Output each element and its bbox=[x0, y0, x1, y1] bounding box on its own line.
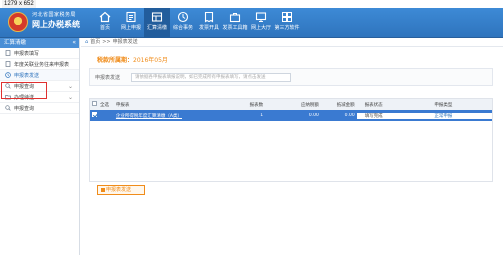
nav-label: 网上申报 bbox=[120, 25, 141, 31]
column-header: 申报表 bbox=[115, 102, 130, 108]
nav-label: 汇算清缴 bbox=[146, 25, 167, 31]
column-header: 报表状态 bbox=[364, 102, 383, 108]
table-empty-area bbox=[90, 121, 492, 181]
breadcrumb-home[interactable]: 首页 bbox=[90, 38, 100, 47]
form-status: 填写完成 bbox=[356, 112, 433, 119]
nav-label: 发票工具箱 bbox=[222, 25, 248, 31]
nav-item-invoice-toolbox[interactable]: 发票工具箱 bbox=[222, 8, 248, 38]
nav-label: 网上大厅 bbox=[250, 25, 271, 31]
toolbox-icon bbox=[229, 13, 241, 23]
tax-period-label: 税款所属期： bbox=[97, 57, 134, 64]
breadcrumb: ⌂ 首页 >> 申报表发送 bbox=[81, 38, 503, 47]
nav-item-online-declare[interactable]: 网上申报 bbox=[118, 8, 144, 38]
send-form-row: 申报表发送 请依据各申报表填报说明，如已完成所有申报表填写，请点击发送 bbox=[89, 68, 493, 86]
breadcrumb-separator: >> bbox=[102, 38, 111, 45]
nav-item-invoice-issue[interactable]: 发票开具 bbox=[196, 8, 222, 38]
doc-icon bbox=[5, 61, 11, 67]
collapse-sidebar-icon[interactable]: « bbox=[72, 38, 79, 48]
settlement-icon bbox=[151, 12, 163, 22]
form-count: 1 bbox=[260, 113, 264, 118]
home-icon[interactable]: ⌂ bbox=[85, 38, 88, 47]
clock-icon bbox=[5, 72, 11, 78]
sidebar-item-label: 申报表填写 bbox=[14, 50, 40, 57]
row-checkbox[interactable] bbox=[92, 112, 97, 117]
declare-icon bbox=[126, 11, 136, 23]
nav-item-general-affairs[interactable]: 综合事务 bbox=[170, 8, 196, 38]
offset-amount: 0.00 bbox=[344, 113, 355, 118]
tax-period: 税款所属期：2016年05月 bbox=[97, 55, 168, 64]
form-name-link[interactable]: 企业所得税年度汇算清缴（A类） bbox=[114, 113, 229, 119]
nav-label: 发票开具 bbox=[198, 25, 219, 31]
send-info-field[interactable]: 请依据各申报表填报说明，如已完成所有申报表填写，请点击发送 bbox=[131, 72, 291, 82]
column-header: 全选 bbox=[99, 102, 109, 108]
main-nav: 首页 网上申报 汇算清缴 综合事务 发票开具 发票工具箱 网上大厅 第三方软件 bbox=[92, 8, 300, 38]
column-header: 应纳税额 bbox=[300, 102, 319, 108]
sidebar-header: 汇算清缴 « bbox=[0, 38, 79, 48]
tax-amount: 0.00 bbox=[308, 113, 319, 118]
sidebar-item-form-fill[interactable]: 申报表填写 bbox=[0, 48, 79, 59]
send-button-label: 申报表发送 bbox=[106, 187, 132, 193]
sidebar-item-label: 申报查询 bbox=[14, 105, 35, 112]
nav-item-settlement[interactable]: 汇算清缴 bbox=[144, 8, 170, 38]
send-form-label: 申报表发送 bbox=[95, 74, 121, 81]
main-content: ⌂ 首页 >> 申报表发送 税款所属期：2016年05月 申报表发送 请依据各申… bbox=[81, 38, 503, 255]
org-name: 河北省国家税务局 bbox=[32, 12, 77, 18]
tax-period-value: 2016年05月 bbox=[133, 57, 168, 64]
sidebar-item-label: 申报表发送 bbox=[14, 72, 40, 79]
invoice-icon bbox=[204, 11, 214, 23]
select-all-checkbox[interactable] bbox=[92, 101, 97, 106]
tax-emblem-icon bbox=[8, 12, 28, 32]
nav-item-home[interactable]: 首页 bbox=[92, 8, 118, 38]
sidebar-title: 汇算清缴 bbox=[4, 40, 27, 46]
software-icon bbox=[282, 12, 292, 22]
column-header: 申报类型 bbox=[434, 102, 453, 108]
search-icon bbox=[5, 105, 11, 111]
send-icon bbox=[101, 188, 105, 192]
highlight-box bbox=[1, 82, 47, 99]
sidebar: 汇算清缴 « 申报表填写 年度关联业务往来申报表 申报表发送 申报查询 ⌄ 办理… bbox=[0, 38, 80, 255]
screenshot-dimension-label: 1279 x 652 bbox=[2, 0, 36, 8]
sidebar-item-related-transactions[interactable]: 年度关联业务往来申报表 bbox=[0, 59, 79, 70]
system-name: 网上办税系统 bbox=[32, 20, 80, 29]
nav-label: 第三方软件 bbox=[274, 25, 300, 31]
table-header: 全选 申报表 报表数 应纳税额 抵减金额 报表状态 申报类型 bbox=[90, 99, 492, 110]
sidebar-item-label: 年度关联业务往来申报表 bbox=[14, 61, 70, 68]
chevron-down-icon: ⌄ bbox=[67, 82, 73, 90]
sidebar-item-form-send[interactable]: 申报表发送 bbox=[0, 70, 79, 81]
header-select-cell bbox=[90, 101, 98, 108]
sidebar-item-declare-query-2[interactable]: 申报查询 bbox=[0, 103, 79, 114]
hall-icon bbox=[255, 12, 267, 22]
declaration-table: 全选 申报表 报表数 应纳税额 抵减金额 报表状态 申报类型 企业所得税年度汇算… bbox=[89, 98, 493, 182]
tasks-icon bbox=[177, 11, 189, 23]
nav-label: 首页 bbox=[99, 25, 110, 31]
chevron-down-icon: ⌄ bbox=[67, 93, 73, 101]
brand: 河北省国家税务局 网上办税系统 bbox=[32, 12, 80, 30]
doc-icon bbox=[5, 50, 11, 56]
nav-label: 综合事务 bbox=[172, 25, 193, 31]
column-header: 报表数 bbox=[249, 102, 264, 108]
home-icon bbox=[99, 11, 111, 23]
nav-item-online-hall[interactable]: 网上大厅 bbox=[248, 8, 274, 38]
column-header: 抵减金额 bbox=[336, 102, 355, 108]
table-row[interactable]: 企业所得税年度汇算清缴（A类） 1 0.00 0.00 填写完成 正常申报 bbox=[90, 110, 493, 121]
nav-item-third-party-software[interactable]: 第三方软件 bbox=[274, 8, 300, 38]
row-select-cell bbox=[90, 112, 98, 119]
send-form-button[interactable]: 申报表发送 bbox=[97, 185, 145, 195]
declare-type: 正常申报 bbox=[432, 112, 493, 119]
breadcrumb-current: 申报表发送 bbox=[112, 38, 138, 45]
